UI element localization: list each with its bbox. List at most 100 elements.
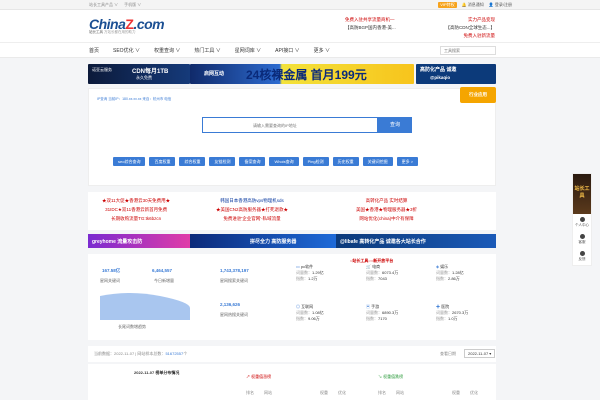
top-bar: 站长工具产品 ∨ 手机版 ∨ VIP特权 🔔 消息通知 👤 登录/注册: [0, 0, 600, 10]
logo-slogan: 万站长都在用的助力: [103, 30, 136, 34]
stat-search-label: 星网搜索关键词: [220, 278, 248, 283]
bell-icon: 🔔: [461, 2, 467, 7]
tool-weight[interactable]: 综合权重: [179, 157, 206, 166]
ad-banner-partner[interactable]: 高防化产品 诚邀 @pikaqio: [416, 64, 496, 84]
trend-label: 长尾词数增趋势: [118, 324, 146, 329]
main-nav: 首页 SEO优化 ∨ 权重查询 ∨ 热门工具 ∨ 星网词库 ∨ API接口 ∨ …: [0, 42, 600, 58]
vip-badge[interactable]: VIP特权: [438, 2, 457, 8]
header-ad-1[interactable]: 免费入驻共享流量商机—: [345, 16, 395, 24]
trend-up-icon: ↗: [246, 374, 250, 379]
tool-search-input[interactable]: [440, 46, 496, 55]
banner3-t1: 高防化产品 诚邀: [420, 67, 457, 73]
ad-banner-libafe[interactable]: @libafe 高转化产品 诚邀各大站长合作: [336, 234, 496, 248]
rise-table-header: 排名 网站 权重 优化: [246, 390, 346, 395]
stat-search: 1,743,378,197: [220, 268, 249, 273]
cat-ecommerce[interactable]: 🛒 电商 词量数：6073.4万 指数：7043: [366, 264, 426, 282]
text-ad[interactable]: 长期收购流量TG:tk6bzcn: [102, 214, 170, 223]
text-ads: ★双11大促★香港云30天免费用★ 31IDC★双11香港云新首月免费 长期收购…: [88, 192, 496, 230]
ip-search-input[interactable]: [202, 117, 378, 133]
login-link[interactable]: 👤 登录/注册: [489, 2, 512, 8]
text-ad[interactable]: ★美国CN2高防服务器★打死退款★: [216, 205, 288, 214]
banner3-t2: @pikaqio: [430, 75, 451, 80]
rise-list-title: ↗ 权重值涨榜: [246, 374, 272, 379]
text-ads-col3: 高转化产品 实时结算 美国★香港★物理服务器★3折 网站优化(china)中介有…: [356, 196, 417, 223]
nav-seo[interactable]: SEO优化 ∨: [113, 47, 140, 54]
notice-label: 消息通知: [467, 2, 484, 7]
login-label: 登录/注册: [494, 2, 512, 7]
nav-home[interactable]: 首页: [89, 47, 99, 54]
industry-badge[interactable]: 行业应用: [460, 87, 496, 103]
tool-keywords[interactable]: 关键词挖掘: [362, 157, 393, 166]
text-ad[interactable]: 网站优化(china)中介有保障: [356, 214, 417, 223]
text-ad[interactable]: 韩国日本香港高防vps物理机sds: [216, 196, 288, 205]
logo-sub: 站长工具: [89, 30, 103, 34]
keyword-stats: 167.58亿 星网关键词 6,464,557 今日新增量 长尾词数增趋势 1,…: [88, 254, 496, 340]
cat-internet[interactable]: ◎ 互联网 词量数：1.08亿 指数：9.06万: [296, 304, 356, 322]
header-ads: 免费入驻共享流量商机— 实力产品变现 【高防BGP国内香港-美... 【高防CDN全…: [345, 16, 495, 42]
text-ads-col2: 韩国日本香港高防vps物理机sds ★美国CN2高防服务器★打死退款★ 免费进驻…: [216, 196, 288, 223]
banner2b2-text: 拼尽全力 高防服务器: [250, 239, 297, 245]
fall-list-title: ↘ 权重值跌榜: [378, 374, 404, 379]
cat-mobile-games[interactable]: ▣ 手游 词量数：6890.3万 指数：7170: [366, 304, 426, 322]
tool-link[interactable]: 友链检测: [209, 157, 236, 166]
stat-hot-label: 星网热搜关键词: [220, 312, 248, 317]
text-ad[interactable]: 高转化产品 实时结算: [356, 196, 417, 205]
cat-entertainment[interactable]: ◈ 娱乐 词量数：1.28亿 指数：2.86万: [436, 264, 496, 282]
user-icon: [580, 217, 585, 222]
date-label: 查看日期: [440, 351, 456, 356]
tool-baidu-weight[interactable]: 百度权重: [149, 157, 176, 166]
tool-history[interactable]: 历史权重: [332, 157, 359, 166]
nav-weight[interactable]: 权重查询 ∨: [154, 47, 180, 54]
text-ad[interactable]: 31IDC★双11香港云新首月免费: [102, 205, 170, 214]
query-button[interactable]: 查询: [378, 117, 412, 133]
nav-api[interactable]: API接口 ∨: [275, 47, 299, 54]
feedback-icon: [580, 251, 585, 256]
stat-new: 6,464,557: [152, 268, 173, 273]
tool-whois[interactable]: Whois查询: [269, 157, 299, 166]
data-filter-bar: 当前数据：2022-11-07 | 网站样本总数：51672557个 查看日期 …: [88, 346, 496, 362]
stat-total-label: 星网关键词: [100, 278, 120, 283]
banner-brand: 诺亚云服务: [92, 67, 112, 72]
side-support[interactable]: 客服: [573, 231, 591, 248]
stat-hot: 2,136,626: [220, 302, 241, 307]
tool-ping[interactable]: Ping检测: [302, 157, 329, 166]
nav-keywords[interactable]: 星网词库 ∨: [235, 47, 261, 54]
nav-tools[interactable]: 热门工具 ∨: [194, 47, 220, 54]
tool-seo[interactable]: seo综合查询: [113, 157, 146, 166]
cat-hospital[interactable]: ✚ 医院 词量数：2670.3万 指数：1.0万: [436, 304, 496, 322]
text-ad[interactable]: 美国★香港★物理服务器★3折: [356, 205, 417, 214]
side-toolbar: 站长工具 个人中心 客服 反馈: [572, 173, 592, 266]
date-select[interactable]: 2022-11-07 ▾: [464, 349, 496, 358]
ranking-title: 2022-11-07 榜单分布情况: [134, 370, 180, 375]
banner2b3-text: @libafe 高转化产品 诚邀各大站长合作: [340, 239, 426, 245]
trend-down-icon: ↘: [378, 374, 382, 379]
topbar-mobile-link[interactable]: 手机版 ∨: [124, 2, 141, 7]
tool-more[interactable]: 更多 >: [396, 157, 419, 166]
tool-icp[interactable]: 备案查询: [239, 157, 266, 166]
cat-pc[interactable]: ▭ pc软件 词量数：1.29亿 指数：1.2万: [296, 264, 356, 282]
platform-ad[interactable]: ○站长工具○○新开放平台: [350, 258, 393, 264]
ad-banner-server[interactable]: 启网互动 24核裸金属 首月199元: [190, 64, 414, 84]
sample-count-link[interactable]: 51672557: [165, 351, 183, 356]
logo[interactable]: ChinaZ.com 站长工具 万站长都在用的助力: [89, 16, 165, 36]
ad-banner-cdn[interactable]: 诺亚云服务 CDN每月1TB 永久免费: [88, 64, 190, 84]
text-ad[interactable]: ★双11大促★香港云30天免费用★: [102, 196, 170, 205]
user-icon: 👤: [488, 2, 494, 7]
chevron-down-icon: ▾: [489, 351, 492, 356]
side-feedback[interactable]: 反馈: [573, 248, 591, 265]
ad-banner-defense[interactable]: 拼尽全力 高防服务器: [190, 234, 336, 248]
header-ad-5[interactable]: 免费入驻新流量: [464, 32, 496, 40]
banner2b1-text: greyhome 流量攻击防: [92, 239, 143, 245]
topbar-products-link[interactable]: 站长工具产品 ∨: [89, 2, 118, 7]
header-ad-3[interactable]: 【高防BGP国内香港-美...: [345, 24, 396, 32]
header-ad-2[interactable]: 实力产品变现: [468, 16, 495, 24]
notice-link[interactable]: 🔔 消息通知: [462, 2, 484, 8]
side-user-center[interactable]: 个人中心: [573, 214, 591, 231]
ad-banner-ddos[interactable]: greyhome 流量攻击防: [88, 234, 190, 248]
text-ad[interactable]: 免费进驻'企业官网'-私域流量: [216, 214, 288, 223]
header-ad-4[interactable]: 【高防CDN全球生态...】: [446, 24, 496, 32]
text-ads-col1: ★双11大促★香港云30天免费用★ 31IDC★双11香港云新首月免费 长期收购…: [102, 196, 170, 223]
side-brand[interactable]: 站长工具: [573, 174, 591, 214]
quick-tools: seo综合查询 百度权重 综合权重 友链检测 备案查询 Whois查询 Ping…: [113, 157, 419, 166]
nav-more[interactable]: 更多 ∨: [314, 47, 330, 54]
